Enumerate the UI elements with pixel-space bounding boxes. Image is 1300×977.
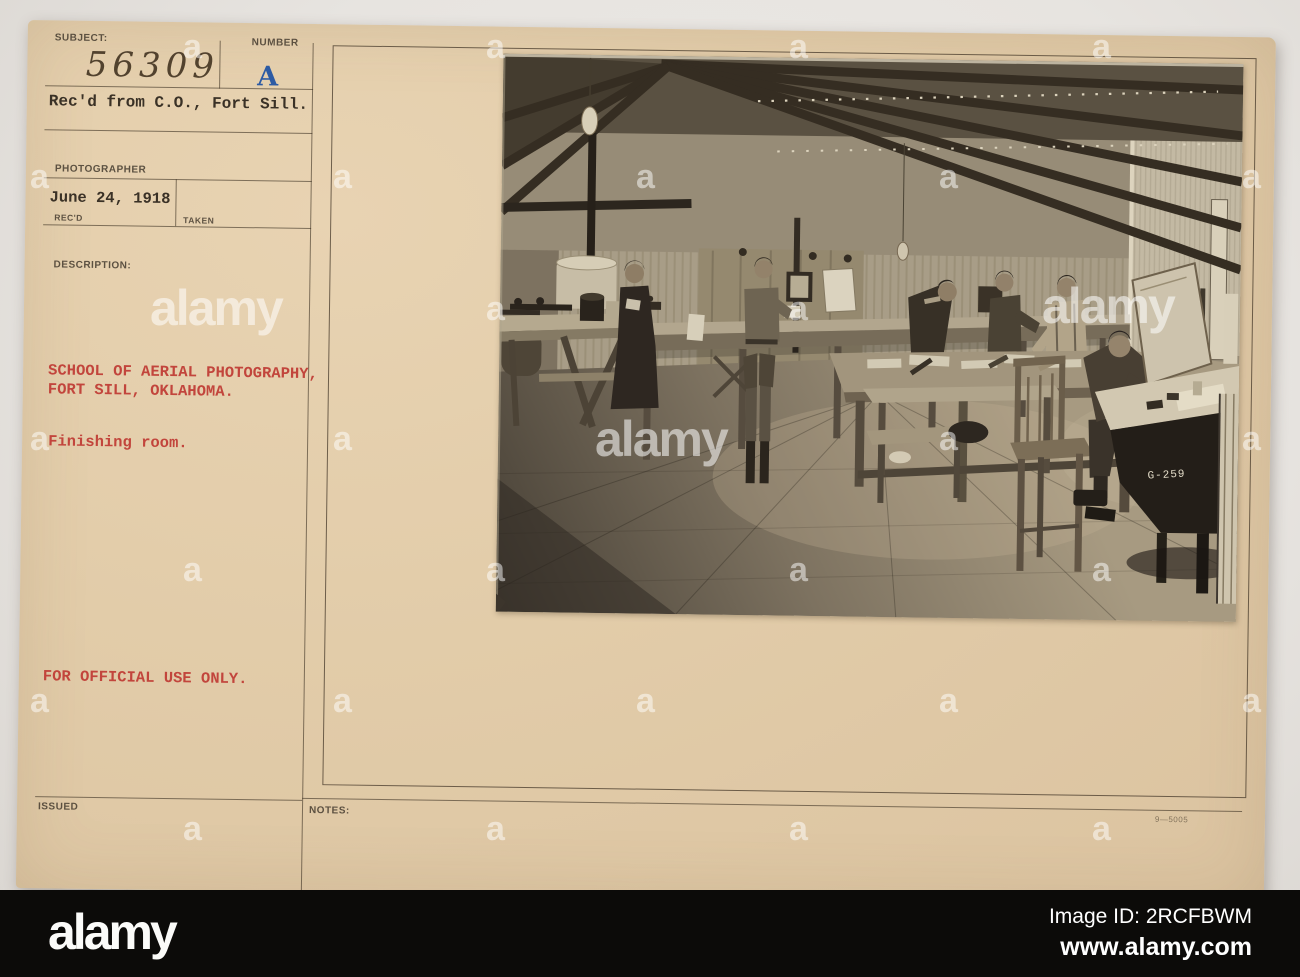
photograph-finishing-room: G-259	[495, 53, 1244, 622]
rule-above-notes	[302, 797, 1243, 813]
photo-frame: G-259	[322, 45, 1257, 799]
alamy-logo: alamy	[48, 903, 178, 960]
issued-label: ISSUED	[37, 801, 79, 813]
description-line-3: Finishing room.	[47, 432, 188, 453]
hanging-towel	[686, 313, 705, 341]
taken-label: TAKEN	[183, 215, 215, 226]
image-id-text: Image ID: 2RCFBWM	[1048, 905, 1252, 928]
recd-label: REC'D	[54, 212, 83, 223]
white-board-on-bench	[822, 268, 857, 313]
photographer-label: PHOTOGRAPHER	[54, 163, 147, 176]
date-received-typed: June 24, 1918	[49, 188, 171, 209]
official-use-stamp: FOR OFFICIAL USE ONLY.	[42, 667, 248, 689]
number-label: NUMBER	[251, 37, 299, 49]
description-line-2: FORT SILL, OKLAHOMA.	[47, 380, 234, 401]
alamy-url-text: www.alamy.com	[1060, 933, 1252, 961]
subject-number-handwritten: 56309	[85, 44, 220, 87]
footer-meta: Image ID: 2RCFBWM www.alamy.com	[1049, 905, 1252, 962]
notes-label: NOTES:	[308, 805, 350, 817]
alamy-footer-bar: alamy Image ID: 2RCFBWM www.alamy.com	[0, 890, 1300, 977]
main-column-divider-line	[300, 42, 314, 892]
received-from-typed: Rec'd from C.O., Fort Sill.	[48, 92, 309, 114]
subject-label: SUBJECT:	[54, 32, 108, 45]
rule-under-photographer	[43, 177, 312, 182]
stock-photo-page: SUBJECT: NUMBER 56309 A Rec'd from C.O.,…	[0, 0, 1300, 977]
rule-above-issued	[35, 796, 303, 801]
rule-under-dates	[43, 224, 312, 229]
rule-under-received	[44, 129, 313, 134]
form-print-number: 9—5005	[1154, 814, 1189, 825]
description-label: DESCRIPTION:	[53, 259, 132, 272]
recd-taken-divider-line	[175, 179, 177, 227]
archive-card: SUBJECT: NUMBER 56309 A Rec'd from C.O.,…	[15, 20, 1276, 906]
photo-caption-number: G-259	[1147, 469, 1186, 483]
